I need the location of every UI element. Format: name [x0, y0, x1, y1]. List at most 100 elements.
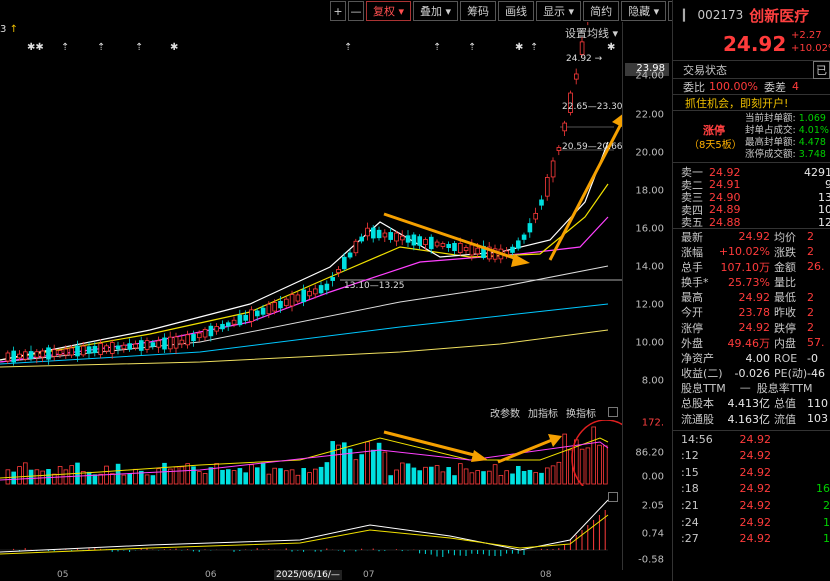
hide-button[interactable]: 隐藏 ▾ [621, 1, 667, 21]
x-label: 05 [57, 570, 69, 580]
price-tick: 8.00 [641, 375, 664, 387]
x-label: 08 [540, 570, 552, 580]
edit-params-link[interactable]: 改参数 [490, 409, 520, 420]
stat-label: 金额 [774, 260, 796, 274]
annotation-zone-a: 22.65—23.30 [562, 102, 623, 112]
tick-qty: 16 [823, 532, 830, 546]
macd-panel [0, 499, 609, 557]
stat-label: 涨停 [681, 321, 703, 335]
draw-button[interactable]: 画线 [498, 1, 535, 21]
quote-stats: 最新 24.92 均价 2 涨幅 +10.02% 涨跌 2 总手 107.10万 金额 26. 换手* 2… [673, 227, 830, 381]
kline-chart[interactable]: 3 ↑ 设置均线 ▾ ✱✱⇡ ⇡⇡ ✱⇡ ⇡⇡ ✱⇡ ⇡✱ 24.92 → 22… [0, 22, 623, 580]
price-tick: 24.00 [635, 70, 664, 82]
stat-value: -0.026 [734, 366, 770, 380]
stat-row: 最新 24.92 均价 2 [681, 229, 830, 244]
stat-label: 均价 [774, 230, 796, 244]
adjust-label: 复权 [373, 5, 395, 18]
tick-time: :27 [681, 532, 699, 546]
tick-row: 14:56 24.928 [681, 431, 830, 448]
switch-indicator-link[interactable]: 换指标 [566, 409, 596, 420]
tick-row: :12 24.928 [681, 447, 830, 464]
limit-stat: 当前封单额: 1.069 [745, 113, 826, 124]
price-header: 24.92 +2.27 +10.02% [673, 30, 830, 60]
stat-value: 26. [807, 260, 825, 274]
stat-value: 4.413亿 [727, 397, 771, 411]
display-button[interactable]: 显示 ▾ [536, 1, 582, 21]
tick-qty: 8 [771, 449, 830, 462]
stat-label: 总股本 [681, 397, 714, 411]
dividend-rate-label: 股息率TTM [756, 381, 813, 395]
tick-price: 24.92 [739, 465, 772, 479]
stat-label: 最新 [681, 230, 703, 244]
tick-row: :24 24.92 11 [681, 514, 830, 531]
stat-value: 57. [807, 336, 825, 350]
chips-button[interactable]: 筹码 [460, 1, 497, 21]
stat-row: 最高 24.92 最低 2 [681, 289, 830, 305]
stat-label: 换手* [681, 276, 709, 290]
tick-time: :15 [681, 465, 699, 479]
price-tick: 12.00 [635, 299, 664, 311]
tick-qty: 167 [816, 482, 830, 496]
zoom-out-button[interactable]: — [348, 1, 364, 21]
volume-tick: 86.20 [635, 447, 664, 459]
stat-label: 最高 [681, 291, 703, 305]
macd-tick: -0.58 [638, 554, 664, 566]
menu-icon[interactable]: ▎ [683, 9, 691, 22]
stat-value: 2 [807, 305, 814, 319]
stat-row: 换手* 25.73% 量比 [681, 274, 830, 290]
tick-price: 24.92 [739, 498, 772, 512]
stat-row: 收益(二) -0.026 PE(动) -46 [681, 365, 830, 381]
trade-status-label: 交易状态 [683, 63, 727, 77]
limit-stat: 最高封单额: 4.478 [745, 137, 826, 148]
stat-label: 收益(二) [681, 367, 723, 381]
annotation-zone-b: 20.59—20.66 [562, 142, 623, 152]
stat-value: 2 [807, 245, 814, 259]
book-row: 卖五24.88121 [681, 215, 830, 230]
stat-label: 内盘 [774, 336, 796, 350]
stat-label: 净资产 [681, 352, 714, 365]
trade-status-row: 交易状态 已 [673, 60, 830, 79]
price-tick: 20.00 [635, 147, 664, 159]
stat-row: 涨幅 +10.02% 涨跌 2 [681, 244, 830, 259]
price-change: +2.27 [791, 30, 822, 41]
stat-value: +10.02% [718, 245, 770, 259]
add-indicator-link[interactable]: 加指标 [528, 409, 558, 420]
stat-label: 总手 [681, 260, 703, 274]
stat-label: 涨跌 [774, 245, 796, 259]
tick-qty: 8 [771, 433, 830, 446]
overlay-button[interactable]: 叠加 ▾ [413, 1, 459, 21]
tick-time: :12 [681, 449, 699, 463]
trade-status-value: 已 [813, 60, 830, 79]
adjust-button[interactable]: 复权 ▾ [366, 1, 412, 21]
stat-value: 24.92 [738, 230, 771, 243]
stat-row: 外盘 49.46万 内盘 57. [681, 335, 830, 350]
close-indicator-icon[interactable] [608, 407, 618, 417]
stat-label: 流通股 [681, 412, 714, 426]
stat-value: 107.10万 [720, 260, 771, 274]
stat-row: 今开 23.78 昨收 2 [681, 304, 830, 320]
stat-value: -46 [807, 366, 825, 380]
display-label: 显示 [543, 5, 566, 18]
volume-tick: 0.00 [641, 471, 664, 483]
simple-button[interactable]: 简约 [583, 1, 620, 21]
tick-time: 14:56 [681, 432, 713, 446]
ma10-line [0, 183, 609, 361]
tick-qty: 7 [771, 466, 830, 479]
tick-row: :27 24.92 16 [681, 530, 830, 547]
time-and-sales[interactable]: 14:5624.928:1224.928:1524.927:1824.92167… [673, 429, 830, 547]
stat-value: 2 [807, 230, 814, 243]
stat-label: 外盘 [681, 336, 703, 350]
chart-toolbar: + — 复权 ▾ 叠加 ▾ 筹码 画线 显示 ▾ 简约 隐藏 ▾ ⤡ [330, 0, 687, 22]
price-tick: 14.00 [635, 261, 664, 273]
tick-price: 24.92 [739, 532, 772, 546]
stat-label: 涨幅 [681, 245, 703, 259]
volume-tick: 172. [641, 417, 664, 429]
limit-stat: 封单占成交: 4.01% [745, 125, 829, 136]
stat-label: PE(动) [774, 367, 808, 381]
tick-price: 24.92 [739, 432, 772, 446]
open-account-link[interactable]: 抓住机会，即刻开户! [673, 94, 830, 110]
limit-stat: 涨停成交额: 3.748 [745, 149, 826, 160]
zoom-in-button[interactable]: + [330, 1, 346, 21]
limit-up-sub: （8天5板） [689, 140, 742, 151]
weibi-row: 委比 100.00% 委差 4 [673, 78, 830, 94]
